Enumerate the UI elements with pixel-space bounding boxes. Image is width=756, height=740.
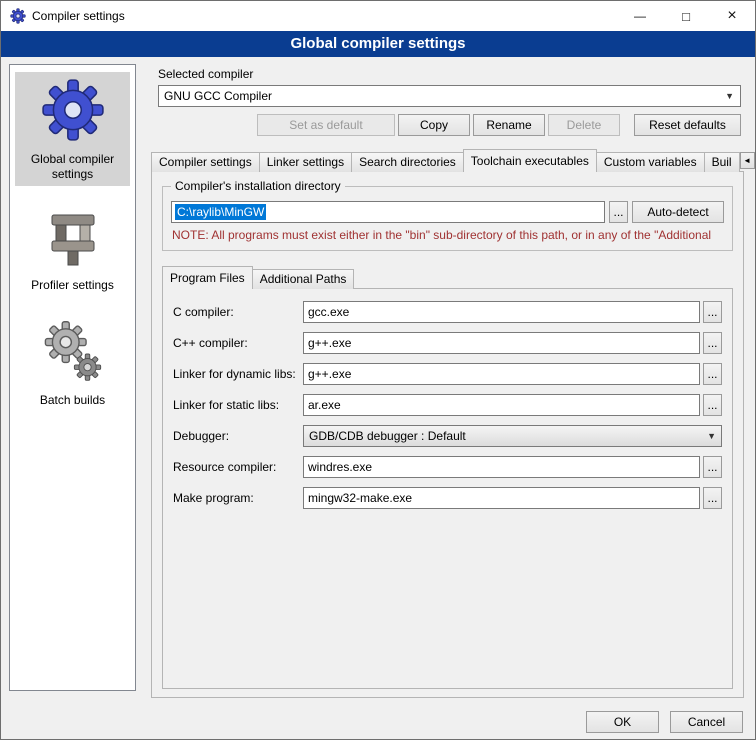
cpp-compiler-input[interactable] — [303, 332, 700, 354]
installation-directory-group: Compiler's installation directory C:\ray… — [162, 186, 733, 251]
rename-button[interactable]: Rename — [473, 114, 545, 136]
sidebar-item-label: Profiler settings — [31, 278, 114, 292]
copy-button[interactable]: Copy — [398, 114, 470, 136]
make-program-row: Make program: ... — [173, 487, 722, 509]
sidebar-item-global-compiler-settings[interactable]: Global compiler settings — [15, 72, 130, 186]
tab-linker-settings[interactable]: Linker settings — [259, 152, 352, 172]
debugger-selected-value: GDB/CDB debugger : Default — [309, 429, 466, 443]
installation-directory-selected-text: C:\raylib\MinGW — [175, 204, 266, 220]
make-program-browse-button[interactable]: ... — [703, 487, 722, 509]
tab-build-options-truncated[interactable]: Buil — [704, 152, 740, 172]
tab-scroll-left-icon[interactable]: ◄ — [740, 152, 755, 169]
make-program-label: Make program: — [173, 491, 303, 505]
installation-directory-browse-button[interactable]: ... — [609, 201, 628, 223]
subtab-program-files[interactable]: Program Files — [162, 266, 253, 289]
dynamic-linker-row: Linker for dynamic libs: ... — [173, 363, 722, 385]
dialog-banner-title: Global compiler settings — [1, 31, 755, 57]
ok-button[interactable]: OK — [586, 711, 659, 733]
resource-compiler-browse-button[interactable]: ... — [703, 456, 722, 478]
installation-directory-input[interactable]: C:\raylib\MinGW — [171, 201, 605, 223]
resource-compiler-label: Resource compiler: — [173, 460, 303, 474]
tab-search-directories[interactable]: Search directories — [351, 152, 464, 172]
close-button[interactable]: × — [709, 1, 755, 31]
window-controls: — □ × — [617, 1, 755, 31]
cpp-compiler-browse-button[interactable]: ... — [703, 332, 722, 354]
compiler-settings-dialog: Compiler settings — □ × Global compiler … — [0, 0, 756, 740]
make-program-input[interactable] — [303, 487, 700, 509]
debugger-label: Debugger: — [173, 429, 303, 443]
chevron-down-icon: ▼ — [707, 431, 716, 441]
debugger-row: Debugger: GDB/CDB debugger : Default ▼ — [173, 425, 722, 447]
c-compiler-browse-button[interactable]: ... — [703, 301, 722, 323]
installation-directory-group-title: Compiler's installation directory — [171, 179, 345, 193]
title-bar: Compiler settings — □ × — [1, 1, 755, 31]
tab-scroll-arrows: ◄ ► — [740, 152, 756, 169]
maximize-button[interactable]: □ — [663, 1, 709, 31]
window-icon — [10, 8, 26, 24]
static-linker-browse-button[interactable]: ... — [703, 394, 722, 416]
program-files-tab-bar: Program Files Additional Paths — [160, 266, 735, 289]
c-compiler-row: C compiler: ... — [173, 301, 722, 323]
static-linker-label: Linker for static libs: — [173, 398, 303, 412]
tab-compiler-settings[interactable]: Compiler settings — [151, 152, 260, 172]
resource-compiler-input[interactable] — [303, 456, 700, 478]
main-panel: Selected compiler GNU GCC Compiler ▼ Set… — [146, 64, 749, 698]
dynamic-linker-label: Linker for dynamic libs: — [173, 367, 303, 381]
auto-detect-button[interactable]: Auto-detect — [632, 201, 724, 223]
minimize-button[interactable]: — — [617, 1, 663, 31]
resource-compiler-row: Resource compiler: ... — [173, 456, 722, 478]
dynamic-linker-browse-button[interactable]: ... — [703, 363, 722, 385]
sidebar-item-profiler-settings[interactable]: Profiler settings — [15, 202, 130, 297]
cancel-button[interactable]: Cancel — [670, 711, 743, 733]
sidebar-item-label: Batch builds — [40, 393, 105, 407]
c-compiler-input[interactable] — [303, 301, 700, 323]
window-title: Compiler settings — [32, 9, 125, 23]
sidebar-item-batch-builds[interactable]: Batch builds — [15, 313, 130, 412]
chevron-down-icon: ▼ — [725, 91, 735, 101]
program-files-panel: C compiler: ... C++ compiler: ... Linker… — [162, 288, 733, 689]
cpp-compiler-row: C++ compiler: ... — [173, 332, 722, 354]
selected-compiler-label: Selected compiler — [158, 67, 253, 81]
compiler-action-buttons: Set as default Copy Rename Delete Reset … — [158, 114, 741, 136]
debugger-select[interactable]: GDB/CDB debugger : Default ▼ — [303, 425, 722, 447]
static-linker-row: Linker for static libs: ... — [173, 394, 722, 416]
installation-directory-row: C:\raylib\MinGW ... Auto-detect — [171, 201, 724, 223]
tab-bar: Compiler settings Linker settings Search… — [151, 149, 744, 172]
clamp-tool-icon — [17, 207, 128, 272]
settings-category-list: Global compiler settings Profiler settin… — [9, 64, 136, 691]
reset-defaults-button[interactable]: Reset defaults — [634, 114, 741, 136]
bin-subdirectory-note: NOTE: All programs must exist either in … — [172, 228, 723, 242]
dynamic-linker-input[interactable] — [303, 363, 700, 385]
blue-gear-icon — [17, 77, 128, 146]
selected-compiler-dropdown[interactable]: GNU GCC Compiler ▼ — [158, 85, 741, 107]
set-as-default-button[interactable]: Set as default — [257, 114, 395, 136]
tab-custom-variables[interactable]: Custom variables — [596, 152, 705, 172]
subtab-additional-paths[interactable]: Additional Paths — [252, 269, 355, 289]
delete-button[interactable]: Delete — [548, 114, 620, 136]
toolchain-executables-panel: Compiler's installation directory C:\ray… — [151, 171, 744, 698]
static-linker-input[interactable] — [303, 394, 700, 416]
c-compiler-label: C compiler: — [173, 305, 303, 319]
tab-toolchain-executables[interactable]: Toolchain executables — [463, 149, 597, 172]
cpp-compiler-label: C++ compiler: — [173, 336, 303, 350]
sidebar-item-label: Global compiler settings — [31, 152, 114, 181]
selected-compiler-value: GNU GCC Compiler — [164, 89, 272, 103]
gray-gears-icon — [17, 318, 128, 387]
